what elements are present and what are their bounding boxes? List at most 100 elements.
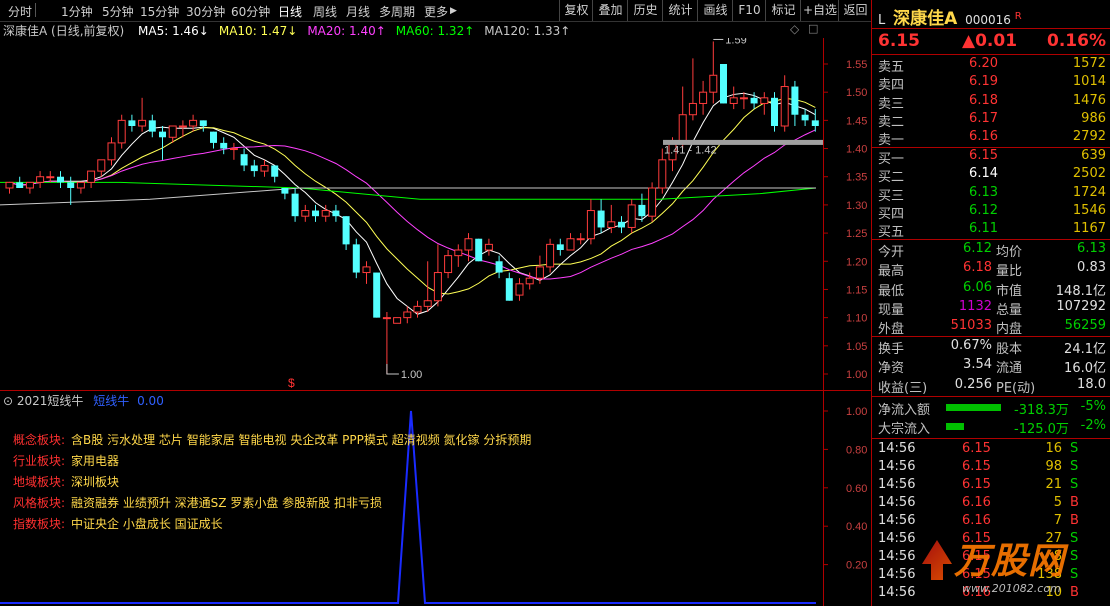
candle-body — [413, 305, 422, 313]
candle-body — [464, 238, 473, 251]
divider — [872, 396, 1110, 397]
tick-time: 14:56 — [878, 441, 916, 456]
history-button[interactable]: 历史 — [627, 0, 663, 21]
candle-body — [811, 120, 819, 126]
book-label: 卖五 — [878, 60, 905, 75]
sector-value[interactable]: 融资融券 业绩预升 深港通SZ 罗素小盘 参股新股 扣非亏损 — [71, 496, 382, 510]
tab-60min[interactable]: 60分钟 — [231, 3, 270, 20]
chart-expand-icon[interactable]: □ — [808, 22, 818, 35]
stat-label: 换手 — [878, 342, 905, 357]
candle-body — [495, 261, 503, 273]
tab-30min[interactable]: 30分钟 — [186, 3, 225, 20]
tab-15min[interactable]: 15分钟 — [140, 3, 179, 20]
tab-5min[interactable]: 5分钟 — [102, 3, 134, 20]
divider — [872, 28, 1110, 29]
book-volume: 1014 — [1072, 74, 1106, 90]
price-change: ▲0.01 — [962, 31, 1018, 51]
ask-row[interactable]: 卖三 6.18 1476 — [878, 92, 1106, 112]
ind-tick-label: 0.20 — [846, 560, 867, 572]
tab-daily[interactable]: 日线 — [278, 3, 302, 20]
candle-body — [505, 278, 513, 301]
sector-value[interactable]: 家用电器 — [71, 454, 119, 468]
book-price: 6.13 — [969, 184, 998, 200]
tick-side: B — [1070, 495, 1079, 510]
sector-value[interactable]: 中证央企 小盘成长 国证成长 — [71, 517, 223, 531]
ask-row[interactable]: 卖一 6.16 2792 — [878, 129, 1106, 149]
candle-body — [586, 210, 595, 240]
f10-button[interactable]: F10 — [732, 0, 766, 21]
candle-body — [240, 154, 248, 166]
adjust-button[interactable]: 复权 — [559, 0, 593, 21]
book-volume: 1476 — [1072, 92, 1106, 108]
candle-body — [484, 243, 493, 251]
flow-label: 净流入额 — [878, 403, 931, 418]
candle-body — [312, 210, 319, 217]
ask-row[interactable]: 卖四 6.19 1014 — [878, 74, 1106, 93]
book-label: 卖一 — [878, 133, 905, 149]
bid-row[interactable]: 买五 6.11 1167 — [878, 221, 1106, 240]
stat-label: 股本 — [996, 342, 1023, 357]
candle-body — [16, 182, 24, 188]
tick-side: S — [1070, 549, 1079, 564]
sector-value[interactable]: 深圳板块 — [71, 475, 119, 489]
tick-row: 14:56 6.15 27 S — [878, 531, 1106, 549]
stat-value: 24.1亿 — [1064, 342, 1106, 357]
candlestick-chart[interactable]: 1.55 1.50 1.45 1.40 1.35 1.30 1.25 1.20 1.15 1.10… — [0, 38, 871, 390]
flow-value: -318.3万 — [1014, 403, 1069, 418]
tick-time: 14:56 — [878, 495, 916, 510]
stat-value: 6.12 — [963, 241, 992, 256]
stat-value: 3.54 — [963, 357, 992, 373]
candle-body — [454, 249, 463, 257]
tick-price: 6.16 — [962, 495, 991, 510]
tab-weekly[interactable]: 周线 — [313, 3, 337, 20]
candle-body — [403, 311, 412, 319]
tab-more[interactable]: 更多 — [424, 3, 448, 20]
stats-button[interactable]: 统计 — [662, 0, 698, 21]
candle-body — [301, 210, 310, 217]
ma-legend: MA5: 1.46↓ MA10: 1.47↓ MA20: 1.40↑ MA60: 1.… — [128, 24, 570, 38]
bid-row[interactable]: 买二 6.14 2502 — [878, 166, 1106, 185]
ask-row[interactable]: 卖二 6.17 986 — [878, 111, 1106, 130]
book-price: 6.14 — [969, 166, 998, 182]
candle-body — [638, 204, 646, 217]
bid-row[interactable]: 买四 6.12 1546 — [878, 202, 1106, 222]
candle-body — [352, 244, 360, 273]
price-tick-label: 1.50 — [846, 87, 867, 99]
candle-body — [618, 221, 625, 228]
candle-body — [271, 165, 279, 177]
candle-body — [597, 210, 605, 228]
more-arrow-icon[interactable]: ▶ — [450, 6, 457, 16]
stat-value: 0.256 — [954, 376, 992, 392]
overlay-button[interactable]: 叠加 — [592, 0, 628, 21]
tab-monthly[interactable]: 月线 — [346, 3, 370, 20]
book-volume: 1546 — [1072, 202, 1106, 218]
tab-multi-period[interactable]: 多周期 — [379, 3, 415, 20]
candle-body — [433, 272, 442, 302]
book-volume: 2792 — [1072, 129, 1106, 145]
mark-button[interactable]: 标记 — [765, 0, 801, 21]
ask-row[interactable]: 卖五 6.20 1572 — [878, 56, 1106, 75]
chart-diamond-icon[interactable]: ◇ — [790, 22, 799, 36]
stat-value: 0.83 — [1077, 260, 1106, 276]
bid-row[interactable]: 买一 6.15 639 — [878, 148, 1106, 167]
tick-volume: 5 — [1053, 495, 1062, 510]
candle-body — [229, 148, 238, 151]
sector-info-line: 行业板块: 家用电器 — [13, 452, 119, 469]
candle-body — [576, 238, 585, 241]
candle-body — [607, 221, 616, 228]
candle-body — [382, 317, 391, 320]
stock-code: 000016 — [965, 13, 1011, 27]
add-watchlist-button[interactable]: +自选 — [800, 0, 839, 21]
candle-body — [739, 97, 748, 100]
bid-row[interactable]: 买三 6.13 1724 — [878, 184, 1106, 204]
ind-tick-label: 0.40 — [846, 521, 867, 533]
stat-row: 现量 1132 总量 107292 — [878, 299, 1106, 318]
sector-value[interactable]: 含B股 污水处理 芯片 智能家居 智能电视 央企改革 PPP模式 超清视频 氮化… — [71, 433, 531, 447]
flow-row: 大宗流入 -125.0万 -2% — [878, 418, 1106, 437]
tab-1min[interactable]: 1分钟 — [61, 3, 93, 20]
price-tick-label: 1.30 — [846, 200, 867, 212]
back-button[interactable]: 返回 — [838, 0, 872, 21]
candle-body — [138, 119, 147, 127]
draw-button[interactable]: 画线 — [697, 0, 733, 21]
tab-timeshare[interactable]: 分时 — [8, 3, 32, 20]
